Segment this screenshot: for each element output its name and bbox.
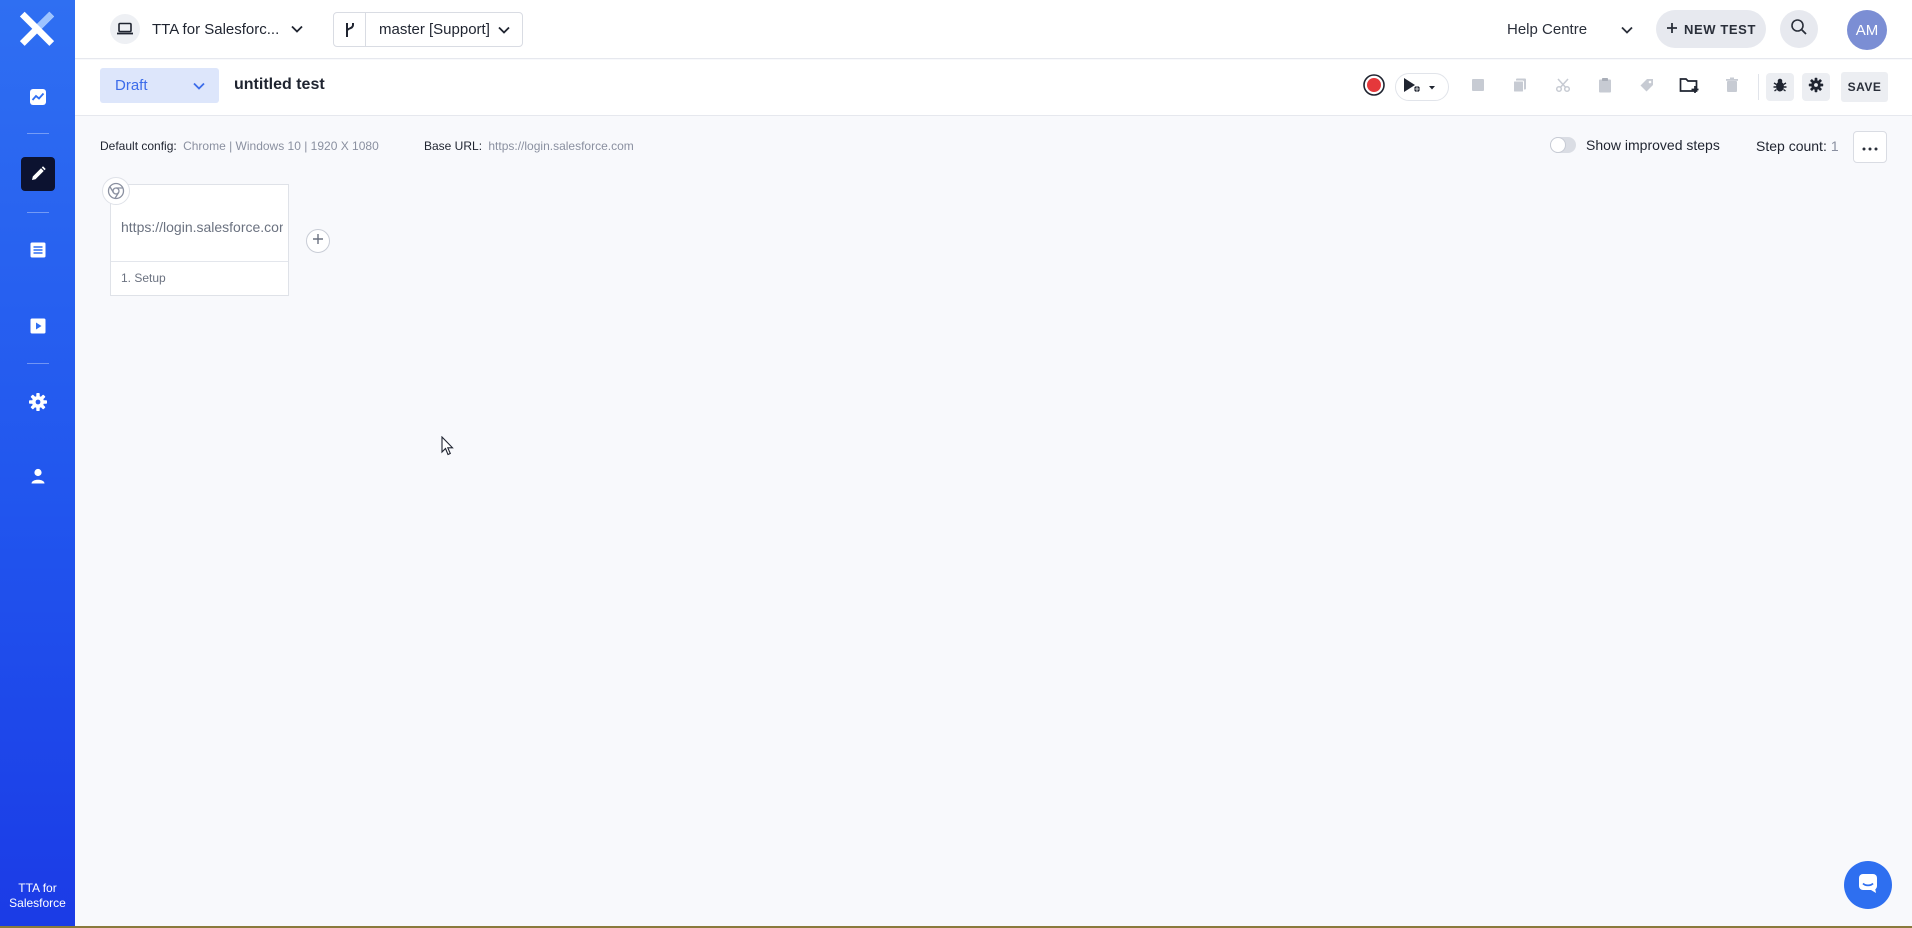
gear-icon [1808, 77, 1824, 98]
help-centre-menu[interactable]: Help Centre [1507, 12, 1633, 46]
stop-icon [1471, 78, 1485, 97]
new-test-label: NEW TEST [1684, 21, 1756, 37]
toggle-knob [1550, 137, 1566, 153]
new-test-button[interactable]: NEW TEST [1656, 10, 1766, 48]
trash-icon [1725, 77, 1739, 98]
gear-icon[interactable] [21, 385, 55, 419]
chart-icon[interactable] [21, 80, 55, 114]
nav-separator [27, 363, 49, 364]
plus-icon [312, 232, 324, 250]
toggle-switch[interactable] [1550, 137, 1576, 153]
scissors-icon [1555, 77, 1571, 98]
chevron-down-icon [193, 77, 205, 95]
chevron-down-icon [1621, 21, 1633, 38]
stop-button[interactable] [1464, 73, 1492, 101]
add-folder-button[interactable] [1675, 73, 1703, 101]
cut-button[interactable] [1549, 73, 1577, 101]
pencil-icon[interactable] [21, 157, 55, 191]
step-count-value: 1 [1830, 138, 1839, 154]
user-icon[interactable] [21, 459, 55, 493]
sidebar: TTA for Salesforce [0, 0, 75, 928]
top-header: TTA for Salesforc... master [Support] He… [75, 0, 1912, 59]
branch-icon [334, 13, 366, 46]
status-dropdown[interactable]: Draft [100, 68, 219, 103]
play-icon[interactable] [21, 309, 55, 343]
base-url: Base URL: https://login.salesforce.com [424, 139, 634, 153]
mouse-cursor-icon [441, 435, 455, 461]
toggle-label: Show improved steps [1586, 137, 1720, 153]
copy-button[interactable] [1506, 73, 1534, 101]
caret-down-icon[interactable] [1428, 78, 1436, 96]
project-selector[interactable]: TTA for Salesforc... [110, 12, 303, 46]
branch-selector[interactable]: master [Support] [333, 12, 523, 47]
list-icon[interactable] [21, 233, 55, 267]
nav-separator [27, 212, 49, 213]
logo-icon[interactable] [18, 10, 58, 50]
config-label: Default config: [100, 139, 177, 153]
base-url-value: https://login.salesforce.com [488, 139, 634, 153]
folder-plus-icon [1679, 76, 1699, 99]
step-card[interactable]: https://login.salesforce.com 1. Setup [110, 184, 289, 296]
laptop-icon [110, 14, 140, 44]
record-button[interactable] [1360, 73, 1388, 101]
search-button[interactable] [1780, 10, 1818, 48]
chat-icon [1856, 871, 1880, 900]
help-centre-label: Help Centre [1507, 20, 1588, 38]
tag-icon [1639, 77, 1655, 98]
add-step-button[interactable] [306, 229, 330, 253]
copy-icon [1512, 77, 1528, 98]
bug-icon [1772, 77, 1788, 98]
base-url-label: Base URL: [424, 139, 483, 153]
chevron-down-icon [291, 20, 303, 38]
step-url: https://login.salesforce.com [121, 219, 283, 235]
test-settings-button[interactable] [1802, 73, 1830, 101]
test-toolbar: Draft untitled test SAVE [75, 60, 1912, 116]
sidebar-project-label: TTA for Salesforce [9, 881, 66, 910]
chat-launcher-button[interactable] [1844, 861, 1892, 909]
project-name: TTA for Salesforc... [152, 20, 280, 38]
toolbar-separator [1758, 74, 1759, 100]
debug-button[interactable] [1766, 73, 1794, 101]
delete-button[interactable] [1718, 73, 1746, 101]
avatar[interactable]: AM [1847, 10, 1887, 50]
nav-separator [27, 133, 49, 134]
plus-icon [1666, 22, 1678, 37]
default-config: Default config: Chrome | Windows 10 | 19… [100, 139, 379, 153]
step-count: Step count: 1 [1756, 138, 1839, 154]
improved-steps-toggle[interactable]: Show improved steps [1550, 137, 1720, 153]
ellipsis-icon [1862, 138, 1878, 156]
test-title[interactable]: untitled test [234, 76, 325, 94]
branch-name: master [Support] [379, 21, 490, 38]
save-button[interactable]: SAVE [1841, 72, 1888, 102]
clipboard-icon [1598, 77, 1612, 98]
record-icon [1363, 73, 1385, 101]
chevron-down-icon [498, 21, 510, 39]
step-count-label: Step count: [1756, 138, 1827, 154]
play-debug-icon [1402, 76, 1422, 99]
paste-button[interactable] [1591, 73, 1619, 101]
status-label: Draft [115, 77, 148, 94]
tag-button[interactable] [1633, 73, 1661, 101]
search-icon [1790, 18, 1808, 41]
run-button[interactable] [1395, 73, 1449, 101]
chrome-icon [102, 177, 130, 205]
more-options-button[interactable] [1853, 131, 1887, 163]
step-label: 1. Setup [121, 271, 166, 285]
step-divider [111, 261, 288, 262]
config-value: Chrome | Windows 10 | 1920 X 1080 [183, 139, 379, 153]
